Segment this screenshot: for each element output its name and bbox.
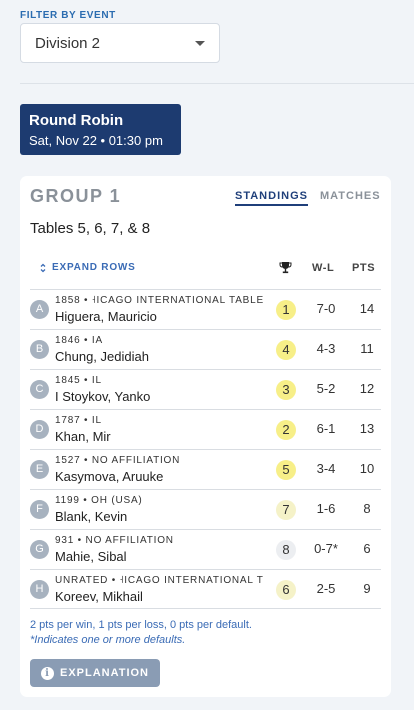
points-note: 2 pts per win, 1 pts per loss, 0 pts per… bbox=[30, 619, 252, 631]
table-row[interactable]: G 931 • NO AFFILIATION Mahie, Sibal 8 0-… bbox=[30, 529, 381, 569]
standings-list: A 1858 • ˧ICAGO INTERNATIONAL TABLE Higu… bbox=[30, 289, 381, 609]
win-loss: 2-5 bbox=[316, 581, 336, 596]
chevron-down-icon bbox=[195, 40, 205, 46]
round-card[interactable]: Round Robin Sat, Nov 22 • 01:30 pm bbox=[20, 104, 181, 155]
explanation-label: EXPLANATION bbox=[59, 667, 150, 679]
player-meta: 1787 • IL bbox=[55, 415, 102, 426]
seed-badge: A bbox=[30, 300, 49, 319]
place-badge: 6 bbox=[276, 580, 296, 600]
player-meta: UNRATED • ˧ICAGO INTERNATIONAL T bbox=[55, 575, 264, 586]
place-badge: 4 bbox=[276, 340, 296, 360]
points: 6 bbox=[363, 541, 371, 556]
place-badge: 7 bbox=[276, 500, 296, 520]
place-badge: 3 bbox=[276, 380, 296, 400]
win-loss: 6-1 bbox=[316, 421, 336, 436]
place-badge: 8 bbox=[276, 540, 296, 560]
win-loss: 5-2 bbox=[316, 381, 336, 396]
table-row[interactable]: E 1527 • NO AFFILIATION Kasymova, Aruuke… bbox=[30, 449, 381, 489]
seed-badge: G bbox=[30, 540, 49, 559]
seed-badge: B bbox=[30, 340, 49, 359]
round-title: Round Robin bbox=[29, 112, 124, 129]
player-meta: 931 • NO AFFILIATION bbox=[55, 535, 174, 546]
player-meta: 1199 • OH (USA) bbox=[55, 495, 143, 506]
round-date: Sat, Nov 22 • 01:30 pm bbox=[29, 133, 163, 148]
tab-matches[interactable]: MATCHES bbox=[320, 190, 381, 204]
win-loss: 0-7* bbox=[314, 541, 338, 556]
event-select-value: Division 2 bbox=[35, 34, 101, 52]
seed-badge: C bbox=[30, 380, 49, 399]
win-loss: 3-4 bbox=[316, 461, 336, 476]
player-name: Blank, Kevin bbox=[55, 509, 128, 524]
expand-icon bbox=[40, 263, 46, 272]
player-name: Khan, Mir bbox=[55, 429, 111, 444]
points: 13 bbox=[359, 421, 375, 436]
win-loss: 7-0 bbox=[316, 301, 336, 316]
player-meta: 1845 • IL bbox=[55, 375, 102, 386]
table-row[interactable]: F 1199 • OH (USA) Blank, Kevin 7 1-6 8 bbox=[30, 489, 381, 529]
table-row[interactable]: D 1787 • IL Khan, Mir 2 6-1 13 bbox=[30, 409, 381, 449]
player-name: Chung, Jedidiah bbox=[55, 349, 149, 364]
win-loss: 1-6 bbox=[316, 501, 336, 516]
info-icon: i bbox=[40, 666, 54, 680]
player-name: I Stoykov, Yanko bbox=[55, 389, 151, 404]
expand-rows-label: EXPAND ROWS bbox=[52, 262, 136, 273]
seed-badge: F bbox=[30, 500, 49, 519]
explanation-button[interactable]: i EXPLANATION bbox=[30, 659, 160, 687]
player-name: Koreev, Mikhail bbox=[55, 589, 143, 604]
points: 10 bbox=[359, 461, 375, 476]
section-divider bbox=[20, 83, 414, 84]
player-meta: 1846 • IA bbox=[55, 335, 103, 346]
place-badge: 5 bbox=[276, 460, 296, 480]
points: 9 bbox=[363, 581, 371, 596]
player-name: Kasymova, Aruuke bbox=[55, 469, 164, 484]
tab-standings[interactable]: STANDINGS bbox=[235, 190, 308, 206]
trophy-icon bbox=[279, 262, 292, 274]
wl-column-header: W-L bbox=[312, 262, 335, 274]
win-loss: 4-3 bbox=[316, 341, 336, 356]
table-row[interactable]: H UNRATED • ˧ICAGO INTERNATIONAL T Koree… bbox=[30, 569, 381, 609]
defaults-note: *Indicates one or more defaults. bbox=[30, 634, 186, 646]
seed-badge: E bbox=[30, 460, 49, 479]
event-select[interactable]: Division 2 bbox=[20, 23, 220, 63]
filter-label: FILTER BY EVENT bbox=[20, 10, 116, 21]
place-badge: 2 bbox=[276, 420, 296, 440]
points: 8 bbox=[363, 501, 371, 516]
player-name: Mahie, Sibal bbox=[55, 549, 127, 564]
points: 12 bbox=[359, 381, 375, 396]
table-row[interactable]: A 1858 • ˧ICAGO INTERNATIONAL TABLE Higu… bbox=[30, 289, 381, 329]
expand-rows-button[interactable]: EXPAND ROWS bbox=[40, 262, 136, 273]
player-name: Higuera, Mauricio bbox=[55, 309, 157, 324]
player-meta: 1858 • ˧ICAGO INTERNATIONAL TABLE bbox=[55, 295, 264, 306]
seed-badge: D bbox=[30, 420, 49, 439]
player-meta: 1527 • NO AFFILIATION bbox=[55, 455, 181, 466]
table-row[interactable]: C 1845 • IL I Stoykov, Yanko 3 5-2 12 bbox=[30, 369, 381, 409]
place-badge: 1 bbox=[276, 300, 296, 320]
table-row[interactable]: B 1846 • IA Chung, Jedidiah 4 4-3 11 bbox=[30, 329, 381, 369]
pts-column-header: PTS bbox=[352, 262, 376, 274]
group-card: GROUP 1 STANDINGS MATCHES Tables 5, 6, 7… bbox=[20, 176, 391, 697]
group-title: GROUP 1 bbox=[30, 186, 122, 206]
tables-label: Tables 5, 6, 7, & 8 bbox=[30, 220, 151, 237]
points: 11 bbox=[360, 341, 374, 356]
seed-badge: H bbox=[30, 580, 49, 599]
standings-header: EXPAND ROWS W-L PTS bbox=[30, 258, 380, 278]
points: 14 bbox=[359, 301, 375, 316]
